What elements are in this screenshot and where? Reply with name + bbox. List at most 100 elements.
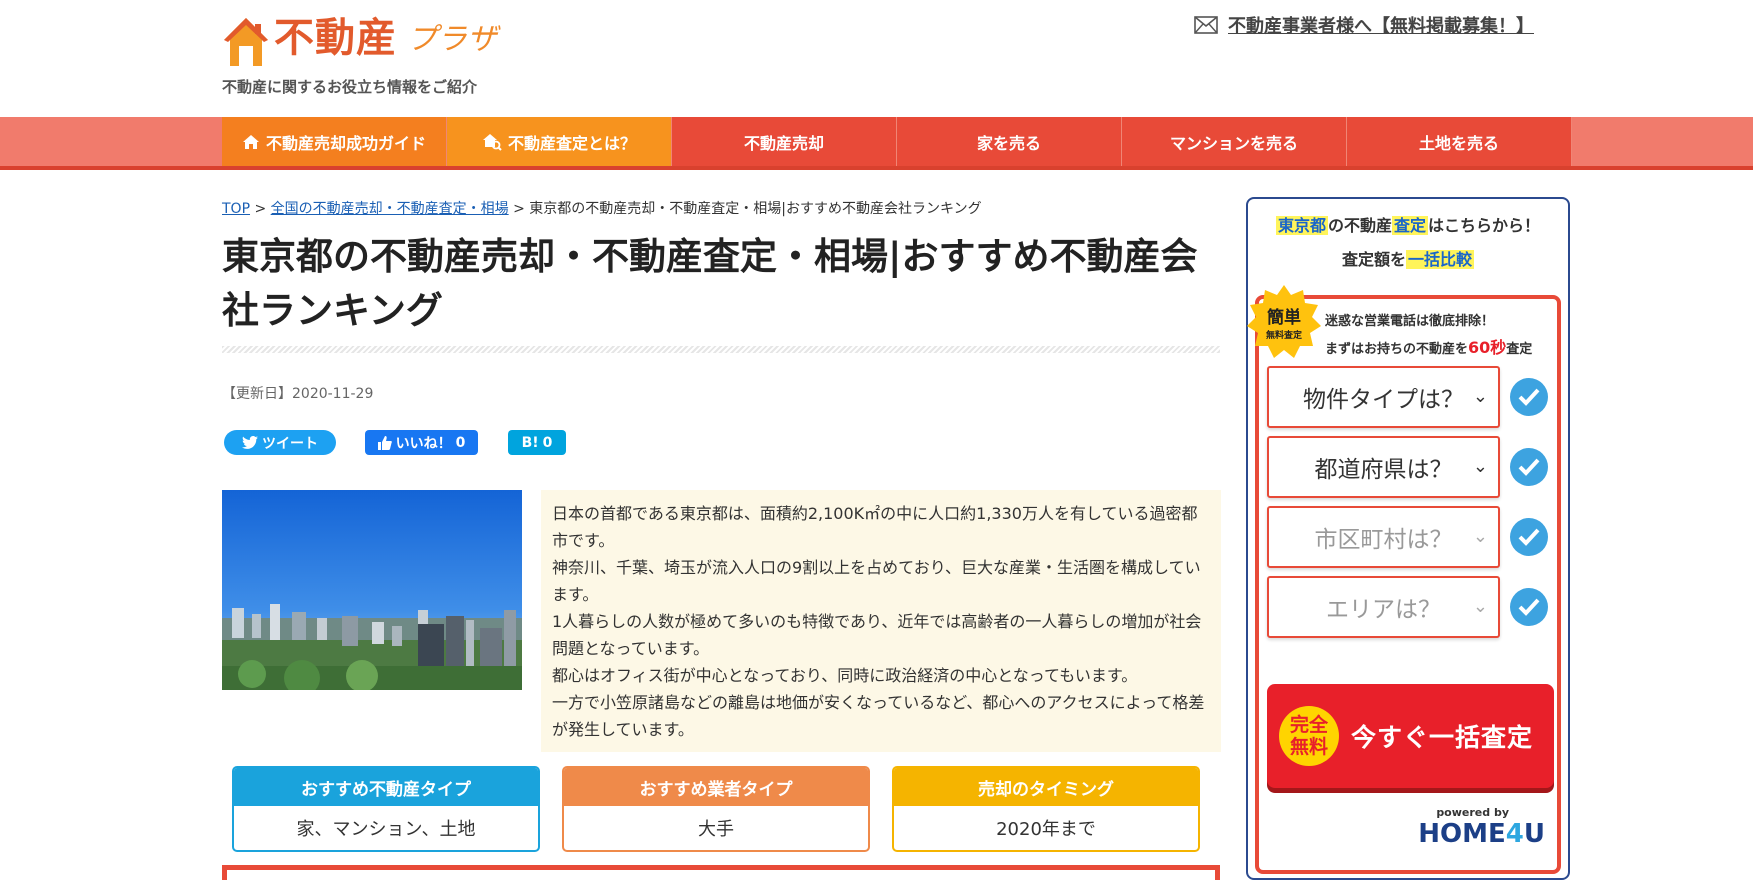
business-recruit-label: 不動産事業者様へ【無料掲載募集！】 <box>1228 16 1534 37</box>
intro-text-box: 日本の首都である東京都は、面積約2,100K㎡の中に人口約1,330万人を有して… <box>541 490 1221 752</box>
intro-paragraph: 1人暮らしの人数が極めて多いのも特徴であり、近年では高齢者の一人暮らしの増加が社… <box>552 612 1202 658</box>
check-circle-icon <box>1510 518 1548 556</box>
facebook-like-button[interactable]: いいね！ 0 <box>365 430 478 455</box>
select-value: 物件タイプは？ <box>1303 387 1464 413</box>
nav-item-sell-house[interactable]: 家を売る <box>897 117 1122 166</box>
twitter-bird-icon <box>242 436 258 449</box>
seal-main-text: 簡単 <box>1266 307 1301 328</box>
check-circle-icon <box>1510 378 1548 416</box>
card-heading: おすすめ不動産タイプ <box>234 768 538 806</box>
appraisal-form-panel: 簡単 無料査定 迷惑な営業電話は徹底排除！ まずはお持ちの不動産を60秒査定 物… <box>1247 285 1561 874</box>
nav-item-label: 不動産査定とは？ <box>507 133 636 153</box>
select-value: 都道府県は？ <box>1314 457 1453 483</box>
city-row: 市区町村は？ ⌄ <box>1267 506 1551 568</box>
nav-item-label: 家を売る <box>976 133 1041 153</box>
intro-paragraph: 都心はオフィス街が中心となっており、同時に政治経済の中心となってもいます。 <box>552 666 1138 685</box>
city-select[interactable]: 市区町村は？ ⌄ <box>1267 506 1500 568</box>
house-search-icon <box>482 133 502 151</box>
breadcrumb-separator: > <box>513 201 525 217</box>
page-title: 東京都の不動産売却・不動産査定・相場|おすすめ不動産会社ランキング <box>222 235 1198 332</box>
hatena-count: 0 <box>542 434 553 451</box>
breadcrumb-current: 東京都の不動産売却・不動産査定・相場|おすすめ不動産会社ランキング <box>529 201 982 217</box>
nav-item-appraisal[interactable]: 不動産査定とは？ <box>447 117 672 166</box>
tweet-label: ツイート <box>262 435 318 452</box>
intro-paragraph: 一方で小笠原諸島などの離島は地価が安くなっているなど、都心へのアクセスによって格… <box>552 693 1205 739</box>
nav-item-sell-land[interactable]: 土地を売る <box>1347 117 1572 166</box>
nav-item-sale-guide[interactable]: 不動産売却成功ガイド <box>222 117 447 166</box>
nav-item-real-estate-sale[interactable]: 不動産売却 <box>672 117 897 166</box>
hatena-label: B! <box>521 434 539 451</box>
chevron-down-icon: ⌄ <box>1472 386 1488 407</box>
card-value: 大手 <box>698 819 734 840</box>
widget-note-2: まずはお持ちの不動産を60秒査定 <box>1325 338 1533 357</box>
widget-note-emphasis: 60秒 <box>1468 338 1507 357</box>
widget-note-1: 迷惑な営業電話は徹底排除！ <box>1325 314 1495 329</box>
nav-item-sell-mansion[interactable]: マンションを売る <box>1122 117 1347 166</box>
site-tagline: 不動産に関するお役立ち情報をご紹介 <box>222 78 478 96</box>
intro-paragraph: 神奈川、千葉、埼玉が流入人口の9割以上を占めており、巨大な産業・生活圏を構成して… <box>552 558 1201 604</box>
ranking-box-top <box>222 865 1220 880</box>
check-circle-icon <box>1510 588 1548 626</box>
breadcrumb-nationwide-link[interactable]: 全国の不動産売却・不動産査定・相場 <box>271 201 509 217</box>
nav-item-label: 不動産売却成功ガイド <box>265 133 426 153</box>
sale-timing-card: 売却のタイミング 2020年まで <box>892 766 1200 852</box>
nav-item-label: マンションを売る <box>1169 133 1298 153</box>
card-value: 2020年まで <box>996 819 1096 840</box>
widget-heading-text: の不動産 <box>1327 216 1392 235</box>
check-circle-icon <box>1510 448 1548 486</box>
thumbs-up-icon <box>377 435 392 450</box>
free-appraisal-seal-icon: 簡単 無料査定 <box>1247 285 1321 358</box>
area-select[interactable]: エリアは？ ⌄ <box>1267 576 1500 638</box>
global-nav-bar: 不動産売却成功ガイド 不動産査定とは？ 不動産売却 家を売る マンションを売る … <box>0 117 1753 170</box>
widget-pref-highlight: 東京都 <box>1275 216 1328 235</box>
bulk-appraisal-button[interactable]: 完全 無料 今すぐ一括査定 <box>1267 684 1554 788</box>
select-value: 市区町村は？ <box>1314 527 1453 553</box>
title-divider <box>222 346 1220 353</box>
business-recruit-link[interactable]: 不動産事業者様へ【無料掲載募集！】 <box>1194 12 1534 38</box>
property-type-row: 物件タイプは？ ⌄ <box>1267 366 1551 428</box>
recommended-property-type-card: おすすめ不動産タイプ 家、マンション、土地 <box>232 766 540 852</box>
prefecture-select[interactable]: 都道府県は？ ⌄ <box>1267 436 1500 498</box>
appraisal-widget: 東京都 の不動産 査定 はこちらから！ 査定額を 一括比較 簡単 無料査定 迷惑な営業電… <box>1246 197 1570 880</box>
widget-notes: 迷惑な営業電話は徹底排除！ まずはお持ちの不動産を60秒査定 <box>1325 309 1532 363</box>
card-heading: おすすめ業者タイプ <box>564 768 868 806</box>
global-nav: 不動産売却成功ガイド 不動産査定とは？ 不動産売却 家を売る マンションを売る … <box>222 117 1572 166</box>
house-logo-icon <box>224 18 268 66</box>
nav-item-label: 不動産売却 <box>743 133 824 153</box>
site-logo[interactable]: 不動産 プラザ <box>222 8 497 68</box>
seal-sub-text: 無料査定 <box>1266 329 1303 341</box>
breadcrumb: TOP > 全国の不動産売却・不動産査定・相場 > 東京都の不動産売却・不動産査… <box>222 198 982 218</box>
mail-icon <box>1194 16 1218 34</box>
card-heading: 売却のタイミング <box>894 768 1198 806</box>
widget-heading-text: 査定額を <box>1341 250 1406 269</box>
widget-heading: 東京都 の不動産 査定 はこちらから！ 査定額を 一括比較 <box>1248 199 1568 277</box>
prefecture-row: 都道府県は？ ⌄ <box>1267 436 1551 498</box>
cta-label: 今すぐ一括査定 <box>1351 723 1534 752</box>
home4u-logo: HOME4U <box>1418 819 1545 849</box>
powered-by-logo: powered by HOME4U <box>1418 806 1545 849</box>
tokyo-skyline-image <box>222 490 522 690</box>
tweet-button[interactable]: ツイート <box>224 430 336 455</box>
widget-heading-text: はこちらから！ <box>1428 216 1541 235</box>
property-type-select[interactable]: 物件タイプは？ ⌄ <box>1267 366 1500 428</box>
widget-heading-line1: 東京都 の不動産 査定 はこちらから！ <box>1248 209 1568 243</box>
free-badge: 完全 無料 <box>1279 706 1339 766</box>
chevron-down-icon: ⌄ <box>1472 596 1488 617</box>
widget-compare-highlight: 一括比較 <box>1406 250 1475 269</box>
breadcrumb-top-link[interactable]: TOP <box>222 201 250 217</box>
house-icon <box>242 134 259 149</box>
widget-heading-line2: 査定額を 一括比較 <box>1248 243 1568 277</box>
logo-sub-text: プラザ <box>407 22 497 57</box>
area-row: エリアは？ ⌄ <box>1267 576 1551 638</box>
chevron-down-icon: ⌄ <box>1472 526 1488 547</box>
chevron-down-icon: ⌄ <box>1472 456 1488 477</box>
recommended-agent-type-card: おすすめ業者タイプ 大手 <box>562 766 870 852</box>
select-value: エリアは？ <box>1326 597 1441 623</box>
card-value: 家、マンション、土地 <box>296 819 476 840</box>
breadcrumb-separator: > <box>254 201 267 217</box>
logo-main-text: 不動産 <box>274 15 397 61</box>
intro-paragraph: 日本の首都である東京都は、面積約2,100K㎡の中に人口約1,330万人を有して… <box>552 504 1198 550</box>
hatena-bookmark-button[interactable]: B! 0 <box>508 430 566 455</box>
powered-by-text: powered by <box>1436 806 1509 819</box>
like-label: いいね！ <box>395 435 452 452</box>
